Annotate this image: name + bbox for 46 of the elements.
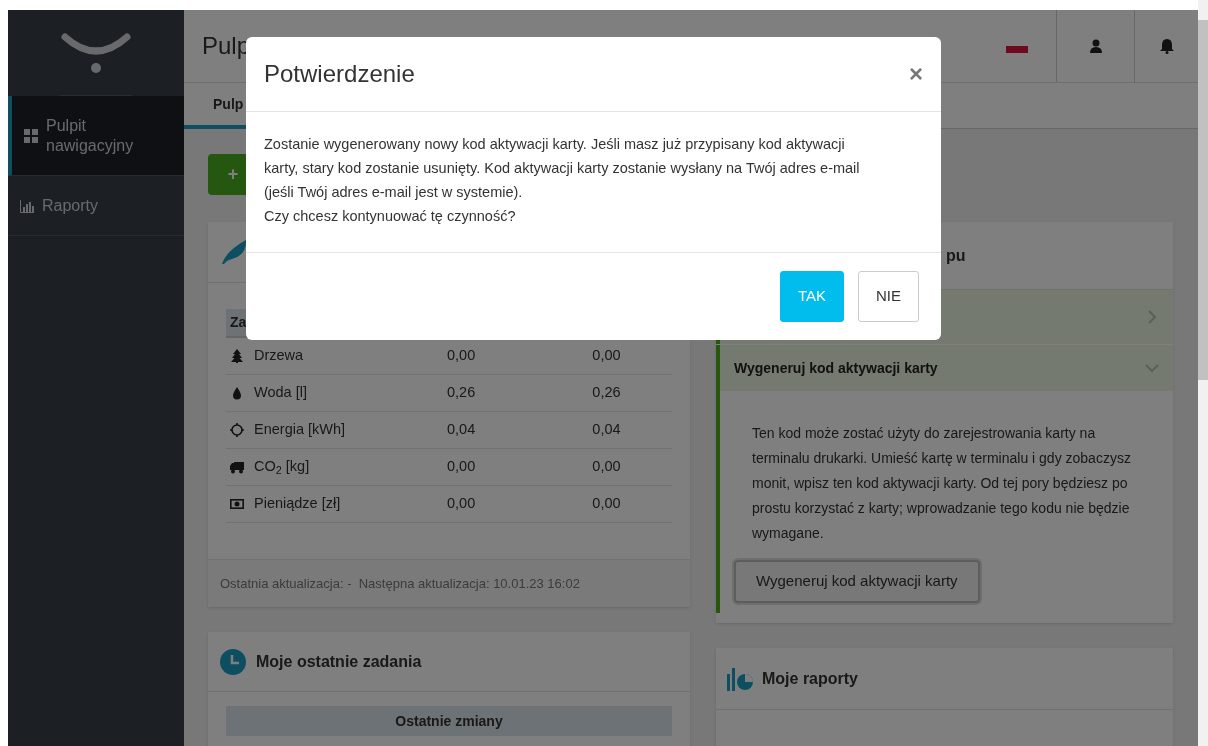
bar-chart-icon [20,198,34,213]
card-title: Moje raporty [762,668,858,689]
table-cell-text: Drzewa [254,346,304,366]
confirm-button[interactable]: TAK [779,271,844,322]
table-cell: 0,26 [592,384,621,401]
table-cell: 0,00 [592,495,621,512]
user-icon[interactable] [1089,39,1102,53]
table-cell: 0,26 [447,384,476,401]
table-cell: 0,00 [592,347,621,364]
dialog-message: Czy chcesz kontynuować tę czynność? [264,207,517,226]
generate-code-button[interactable]: Wygeneruj kod aktywacji karty [734,560,980,603]
drop-icon [230,386,244,400]
sidebar-item[interactable]: Pulpit nawigacyjny [8,96,184,176]
table-cell-text: Pieniądze [zł] [254,494,341,514]
chart-icon [726,665,754,692]
bell-icon[interactable] [1159,38,1174,54]
dialog-message: Zostanie wygenerowany nowy kod aktywacji karty. Jeśli masz już przypisany kod aktywacji karty, stary kod zostanie usunięty. Kod aktywacji karty zostanie wysłany na Twój adres e-mail (jeśli Twój adres e-mail jest w systemie). [264,135,861,202]
grid-icon [24,128,38,143]
table-cell-text: CO$_{2}$ [kg] [254,457,310,478]
accordion-header[interactable]: Wygeneruj kod aktywacji karty [720,345,1173,391]
cancel-button[interactable]: NIE [858,271,919,322]
description-text: Ten kod może zostać użyty do zarejestrowania karty na terminalu drukarki. Umieść kartę w terminalu i gdy zobaczysz monit, wpisz ten kod aktywacji karty. Od tej pory będziesz po prostu korzystać z karty; wprowadzanie tego kodu nie będzie wymagane. [751,424,1132,543]
tree-icon [230,349,244,363]
column-header: Za [230,313,247,332]
table-cell: 0,00 [447,458,476,475]
table-cell-text: Woda [l] [254,383,307,403]
table-cell: 0,00 [447,495,476,512]
table-cell: 0,00 [447,347,476,364]
close-button[interactable]: × [909,62,923,86]
logo-icon [61,30,131,75]
card-title: Moje ostatnie zadania [256,651,422,672]
table-cell-text: Energia [kWh] [254,420,346,440]
chevron-right-icon [1145,310,1159,324]
table-cell: 0,00 [592,458,621,475]
banknote-icon [230,497,244,511]
truck-icon [230,460,244,474]
update-info: Ostatnia aktualizacja: - Następna aktualizacja: 10.01.23 16:02 [208,559,690,607]
table-cell: 0,04 [447,421,476,438]
table-header: Ostatnie zmiany [226,706,672,736]
table-cell: 0,04 [592,421,621,438]
card-title: pu [946,245,966,266]
clock-icon [220,648,246,675]
chevron-down-icon [1145,361,1159,375]
gear-icon [230,423,244,437]
scrollbar[interactable] [1198,0,1208,746]
leaf-icon [220,239,248,265]
